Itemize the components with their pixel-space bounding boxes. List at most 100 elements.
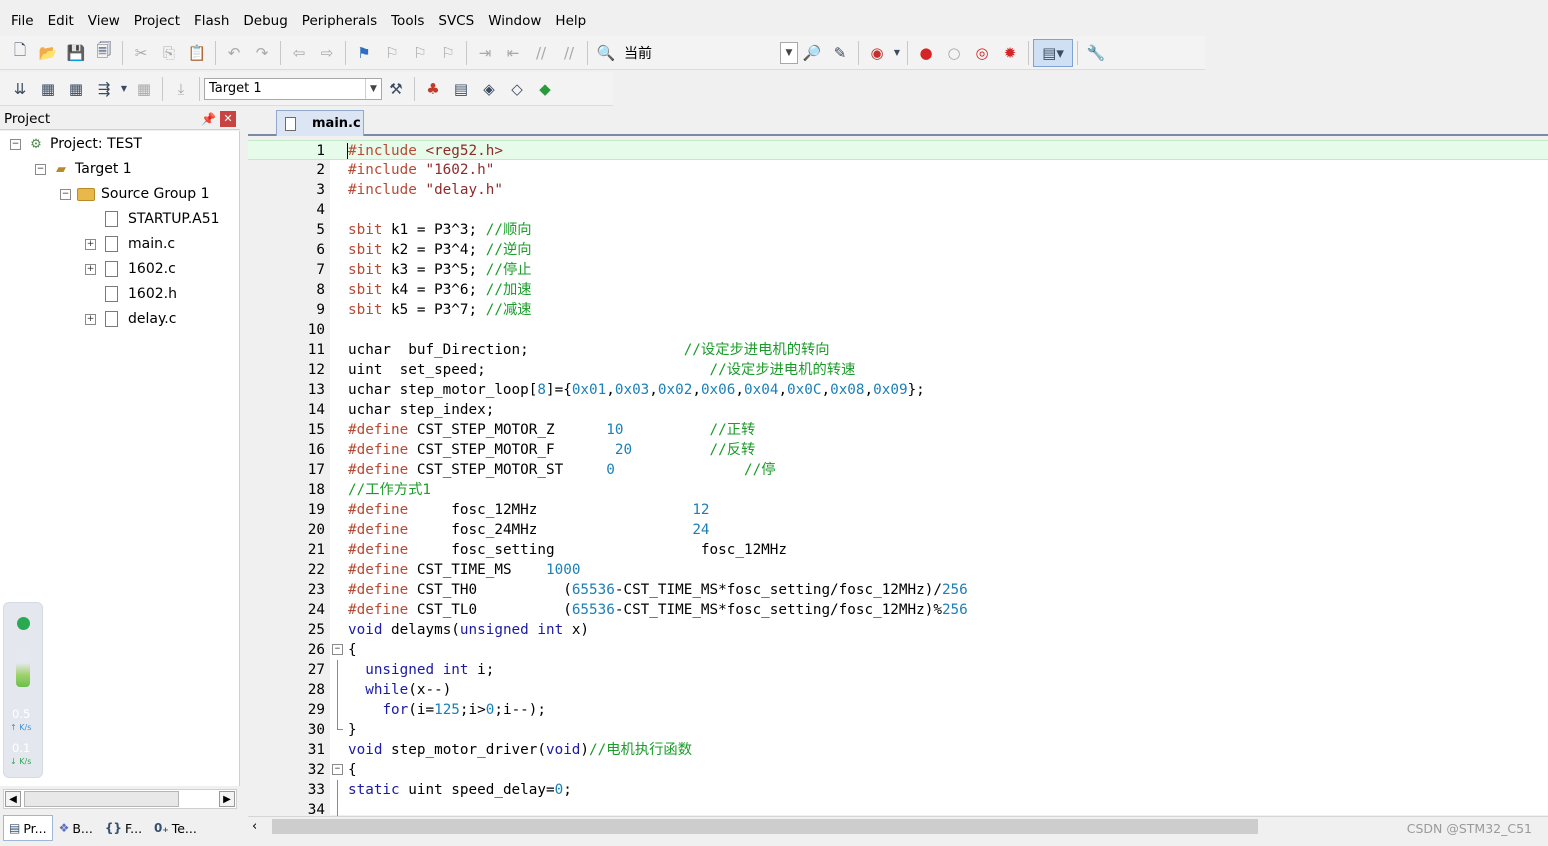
code-line[interactable]: 28 while(x--) [248, 680, 1548, 700]
undo-icon[interactable]: ↶ [220, 39, 248, 67]
code-line[interactable]: 12 uint set_speed; //设定步进电机的转速 [248, 360, 1548, 380]
pin-icon[interactable]: 📌 [201, 112, 216, 126]
code-line[interactable]: 16 #define CST_STEP_MOTOR_F 20 //反转 [248, 440, 1548, 460]
chevron-down-icon[interactable]: ▼ [118, 75, 130, 103]
code-line[interactable]: 23 #define CST_TH0 (65536-CST_TIME_MS*fos… [248, 580, 1548, 600]
code-line[interactable]: 6 sbit k2 = P3^4; //逆向 [248, 240, 1548, 260]
code-line[interactable]: 27 unsigned int i; [248, 660, 1548, 680]
manage-project-icon[interactable]: ♣ [419, 75, 447, 103]
insert-breakpoint-icon[interactable]: ● [912, 39, 940, 67]
download-icon[interactable]: ⤓ [167, 75, 195, 103]
paste-icon[interactable]: 📋 [183, 39, 211, 67]
tree-item-file[interactable]: + delay.c [85, 308, 176, 330]
menu-peripherals[interactable]: Peripherals [295, 8, 384, 34]
clear-bookmarks-icon[interactable]: ⚐ [434, 39, 462, 67]
tab-books[interactable]: ❖ B... [53, 815, 99, 841]
find-text-input[interactable]: 当前 [620, 43, 780, 63]
translate-icon[interactable]: ⇊ [6, 75, 34, 103]
expand-icon[interactable]: + [85, 238, 96, 250]
code-line[interactable]: 32−{ [248, 760, 1548, 780]
tree-item-file[interactable]: 1602.h [105, 283, 177, 305]
code-line[interactable]: 30} [248, 720, 1548, 740]
code-line[interactable]: 33 static uint speed_delay=0; [248, 780, 1548, 800]
code-line[interactable]: 4 [248, 200, 1548, 220]
collapse-icon[interactable]: − [60, 188, 71, 200]
code-line[interactable]: 20 #define fosc_24MHz 24 [248, 520, 1548, 540]
new-file-icon[interactable]: 🗋 [6, 39, 34, 67]
expand-icon[interactable]: + [85, 313, 96, 325]
code-line[interactable]: 26−{ [248, 640, 1548, 660]
menu-debug[interactable]: Debug [236, 8, 294, 34]
scroll-left-icon[interactable]: ‹ [252, 819, 257, 834]
find-dropdown[interactable]: ▼ [780, 41, 798, 64]
collapse-icon[interactable]: − [35, 163, 46, 175]
code-line[interactable]: 2 #include "1602.h" [248, 160, 1548, 180]
menu-view[interactable]: View [81, 8, 127, 34]
menu-svcs[interactable]: SVCS [431, 8, 481, 34]
run-time-environment-icon[interactable]: ◆ [531, 75, 559, 103]
scroll-left-icon[interactable]: ◀ [5, 791, 21, 807]
enable-breakpoint-icon[interactable]: ○ [940, 39, 968, 67]
menu-flash[interactable]: Flash [187, 8, 236, 34]
kill-breakpoints-icon[interactable]: ✹ [996, 39, 1024, 67]
code-line[interactable]: 15 #define CST_STEP_MOTOR_Z 10 //正转 [248, 420, 1548, 440]
scroll-thumb[interactable] [272, 819, 1258, 834]
comment-icon[interactable]: // [527, 39, 555, 67]
code-line[interactable]: 11 uchar buf_Direction; //设定步进电机的转向 [248, 340, 1548, 360]
code-line[interactable]: 18 //工作方式1 [248, 480, 1548, 500]
debug-session-icon[interactable]: ◉ [863, 39, 891, 67]
menu-tools[interactable]: Tools [384, 8, 431, 34]
chevron-down-icon[interactable]: ▼ [891, 39, 903, 67]
bookmark-icon[interactable]: ⚑ [350, 39, 378, 67]
code-line[interactable]: 1 #include <reg52.h> [248, 140, 1548, 160]
next-bookmark-icon[interactable]: ⚐ [406, 39, 434, 67]
code-line[interactable]: 31 void step_motor_driver(void)//电机执行函数 [248, 740, 1548, 760]
code-line[interactable]: 5 sbit k1 = P3^3; //顺向 [248, 220, 1548, 240]
code-line[interactable]: 19 #define fosc_12MHz 12 [248, 500, 1548, 520]
prev-bookmark-icon[interactable]: ⚐ [378, 39, 406, 67]
open-file-icon[interactable]: 📂 [34, 39, 62, 67]
code-line[interactable]: 9 sbit k5 = P3^7; //减速 [248, 300, 1548, 320]
tree-item-target[interactable]: − ▰ Target 1 [35, 158, 132, 180]
code-line[interactable]: 3 #include "delay.h" [248, 180, 1548, 200]
window-layout-icon[interactable]: ▤▾ [1033, 38, 1073, 67]
editor-horizontal-scrollbar[interactable]: ‹ [248, 816, 1548, 836]
target-options-icon[interactable]: ⚒ [382, 75, 410, 103]
file-extensions-icon[interactable]: ▤ [447, 75, 475, 103]
menu-project[interactable]: Project [127, 8, 187, 34]
network-speed-widget[interactable]: 0.5 ↑ K/s 0.1 ↓ K/s [3, 602, 43, 778]
fold-collapse-icon[interactable]: − [332, 764, 343, 775]
target-select[interactable]: Target 1 ▼ [204, 77, 382, 100]
scroll-right-icon[interactable]: ▶ [219, 791, 235, 807]
menu-file[interactable]: File [4, 8, 41, 34]
navigate-back-icon[interactable]: ⇦ [285, 39, 313, 67]
code-line[interactable]: 14 uchar step_index; [248, 400, 1548, 420]
tree-item-source-group[interactable]: − Source Group 1 [60, 183, 210, 205]
code-line[interactable]: 29 for(i=125;i>0;i--); [248, 700, 1548, 720]
rebuild-icon[interactable]: ▦ [62, 75, 90, 103]
tab-templates[interactable]: 0₊ Te... [148, 815, 203, 841]
project-horizontal-scrollbar[interactable]: ◀ ▶ [3, 789, 237, 809]
menu-window[interactable]: Window [481, 8, 548, 34]
code-editor[interactable]: 1 #include <reg52.h> 2 #include "1602.h" 3 #i… [248, 140, 1548, 820]
menu-help[interactable]: Help [548, 8, 593, 34]
tree-item-project[interactable]: − ⚙ Project: TEST [10, 133, 142, 155]
code-line[interactable]: 21 #define fosc_setting fosc_12MHz [248, 540, 1548, 560]
batch-build-icon[interactable]: ⇶ [90, 75, 118, 103]
uncomment-icon[interactable]: // [555, 39, 583, 67]
code-line[interactable]: 17 #define CST_STEP_MOTOR_ST 0 //停 [248, 460, 1548, 480]
find-icon[interactable]: 🔎 [798, 39, 826, 67]
tree-item-file[interactable]: + main.c [85, 233, 175, 255]
stop-build-icon[interactable]: ▦ [130, 75, 158, 103]
select-pack-icon[interactable]: ◇ [503, 75, 531, 103]
close-icon[interactable]: ✕ [220, 110, 236, 127]
indent-icon[interactable]: ⇥ [471, 39, 499, 67]
tree-item-file[interactable]: STARTUP.A51 [105, 208, 220, 230]
configure-icon[interactable]: 🔧 [1082, 39, 1110, 67]
chevron-down-icon[interactable]: ▼ [365, 78, 381, 99]
tree-item-file[interactable]: + 1602.c [85, 258, 176, 280]
code-line[interactable]: 13 uchar step_motor_loop[8]={0x01,0x03,0x… [248, 380, 1548, 400]
tab-project[interactable]: ▤ Pr... [3, 815, 53, 841]
code-line[interactable]: 8 sbit k4 = P3^6; //加速 [248, 280, 1548, 300]
tab-main-c[interactable]: main.c [276, 110, 364, 136]
